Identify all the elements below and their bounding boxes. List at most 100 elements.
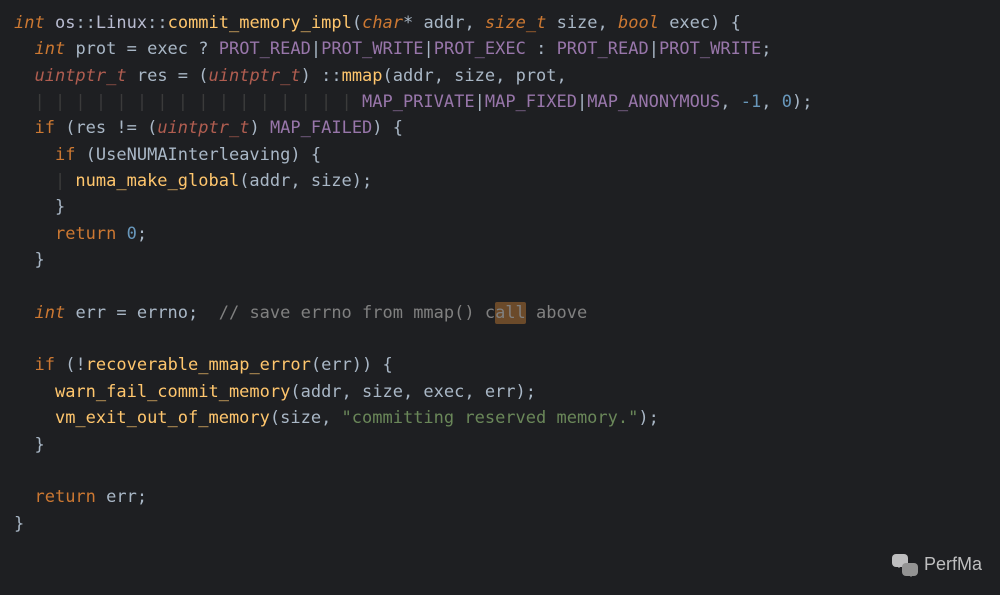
- semicolon: ;: [761, 39, 771, 59]
- params: size,: [546, 13, 618, 33]
- indent: [14, 303, 34, 323]
- args: (addr, size, exec, err);: [290, 382, 536, 402]
- brace: }: [14, 514, 24, 534]
- brace: }: [34, 250, 44, 270]
- blank: [14, 461, 24, 481]
- keyword: if: [55, 145, 75, 165]
- comma: ,: [720, 92, 740, 112]
- ident: err;: [96, 487, 147, 507]
- code-line: int os::Linux::commit_memory_impl(char* …: [14, 10, 986, 36]
- keyword: if: [34, 355, 54, 375]
- args: (size,: [270, 408, 342, 428]
- number: 0: [127, 224, 137, 244]
- brace: }: [34, 435, 44, 455]
- constant: PROT_EXEC: [434, 39, 526, 59]
- constant: PROT_READ: [219, 39, 311, 59]
- number: -1: [741, 92, 761, 112]
- brace: ) {: [372, 118, 403, 138]
- ident: :: [526, 39, 557, 59]
- args: (addr, size, prot,: [383, 66, 567, 86]
- code-line: return err;: [14, 484, 986, 510]
- indent: [14, 487, 34, 507]
- code-editor[interactable]: int os::Linux::commit_memory_impl(char* …: [14, 10, 986, 537]
- code-line: return 0;: [14, 221, 986, 247]
- constant: MAP_PRIVATE: [362, 92, 475, 112]
- code-line: if (UseNUMAInterleaving) {: [14, 142, 986, 168]
- function-call: warn_fail_commit_memory: [55, 382, 290, 402]
- type-uintptr: uintptr_t: [34, 66, 126, 86]
- indent: [14, 39, 34, 59]
- op: |: [475, 92, 485, 112]
- indent: [14, 145, 55, 165]
- code-line: [14, 458, 986, 484]
- blank: [14, 276, 24, 296]
- keyword: return: [34, 487, 95, 507]
- namespace: Linux: [96, 13, 147, 33]
- function-call: vm_exit_out_of_memory: [55, 408, 270, 428]
- space: [116, 224, 126, 244]
- type-uintptr: uintptr_t: [157, 118, 249, 138]
- keyword: return: [55, 224, 116, 244]
- string-literal: "committing reserved memory.": [342, 408, 639, 428]
- watermark-label: PerfMa: [924, 551, 982, 579]
- code-line: }: [14, 432, 986, 458]
- keyword: if: [34, 118, 54, 138]
- semicolon: ;: [137, 224, 147, 244]
- comment: // save errno from mmap() c: [219, 303, 495, 323]
- params: exec) {: [659, 13, 741, 33]
- constant: PROT_READ: [557, 39, 649, 59]
- comma: ,: [761, 92, 781, 112]
- code-line: | | | | | | | | | | | | | | | | MAP_PRIV…: [14, 89, 986, 115]
- ident: (UseNUMAInterleaving) {: [75, 145, 321, 165]
- paren: );: [638, 408, 658, 428]
- code-line: [14, 326, 986, 352]
- highlighted-word: all: [495, 302, 526, 324]
- ident: err = errno;: [65, 303, 219, 323]
- ident: res = (: [127, 66, 209, 86]
- function-def: commit_memory_impl: [168, 13, 352, 33]
- keyword-type: int: [14, 13, 45, 33]
- ident: (res != (: [55, 118, 157, 138]
- ident: prot = exec ?: [65, 39, 219, 59]
- scope-op: ) ::: [301, 66, 342, 86]
- watermark: PerfMa: [892, 551, 982, 579]
- keyword-type: bool: [618, 13, 659, 33]
- indent: [14, 66, 34, 86]
- namespace: os: [45, 13, 76, 33]
- constant: PROT_WRITE: [659, 39, 761, 59]
- keyword-type: int: [34, 303, 65, 323]
- indent: [14, 382, 55, 402]
- params: * addr,: [403, 13, 485, 33]
- function-call: mmap: [342, 66, 383, 86]
- constant: MAP_ANONYMOUS: [587, 92, 720, 112]
- code-line: int err = errno; // save errno from mmap…: [14, 300, 986, 326]
- op: |: [649, 39, 659, 59]
- code-line: [14, 273, 986, 299]
- args: (addr, size);: [239, 171, 372, 191]
- code-line: | numa_make_global(addr, size);: [14, 168, 986, 194]
- comment: above: [526, 303, 587, 323]
- keyword-type: char: [362, 13, 403, 33]
- indent: [14, 435, 34, 455]
- args: (err)) {: [311, 355, 393, 375]
- code-line: if (res != (uintptr_t) MAP_FAILED) {: [14, 115, 986, 141]
- code-line: warn_fail_commit_memory(addr, size, exec…: [14, 379, 986, 405]
- constant: PROT_WRITE: [321, 39, 423, 59]
- indent-guides: |: [14, 171, 75, 191]
- indent: [14, 250, 34, 270]
- op: |: [423, 39, 433, 59]
- scope-op: ::: [147, 13, 167, 33]
- function-call: recoverable_mmap_error: [86, 355, 311, 375]
- wechat-icon: [892, 554, 918, 576]
- op: |: [577, 92, 587, 112]
- indent: [14, 197, 55, 217]
- constant: MAP_FAILED: [270, 118, 372, 138]
- type-uintptr: uintptr_t: [209, 66, 301, 86]
- indent: [14, 355, 34, 375]
- brace: }: [55, 197, 65, 217]
- code-line: }: [14, 511, 986, 537]
- indent: [14, 224, 55, 244]
- keyword-type: int: [34, 39, 65, 59]
- code-line: if (!recoverable_mmap_error(err)) {: [14, 352, 986, 378]
- ident: ): [249, 118, 269, 138]
